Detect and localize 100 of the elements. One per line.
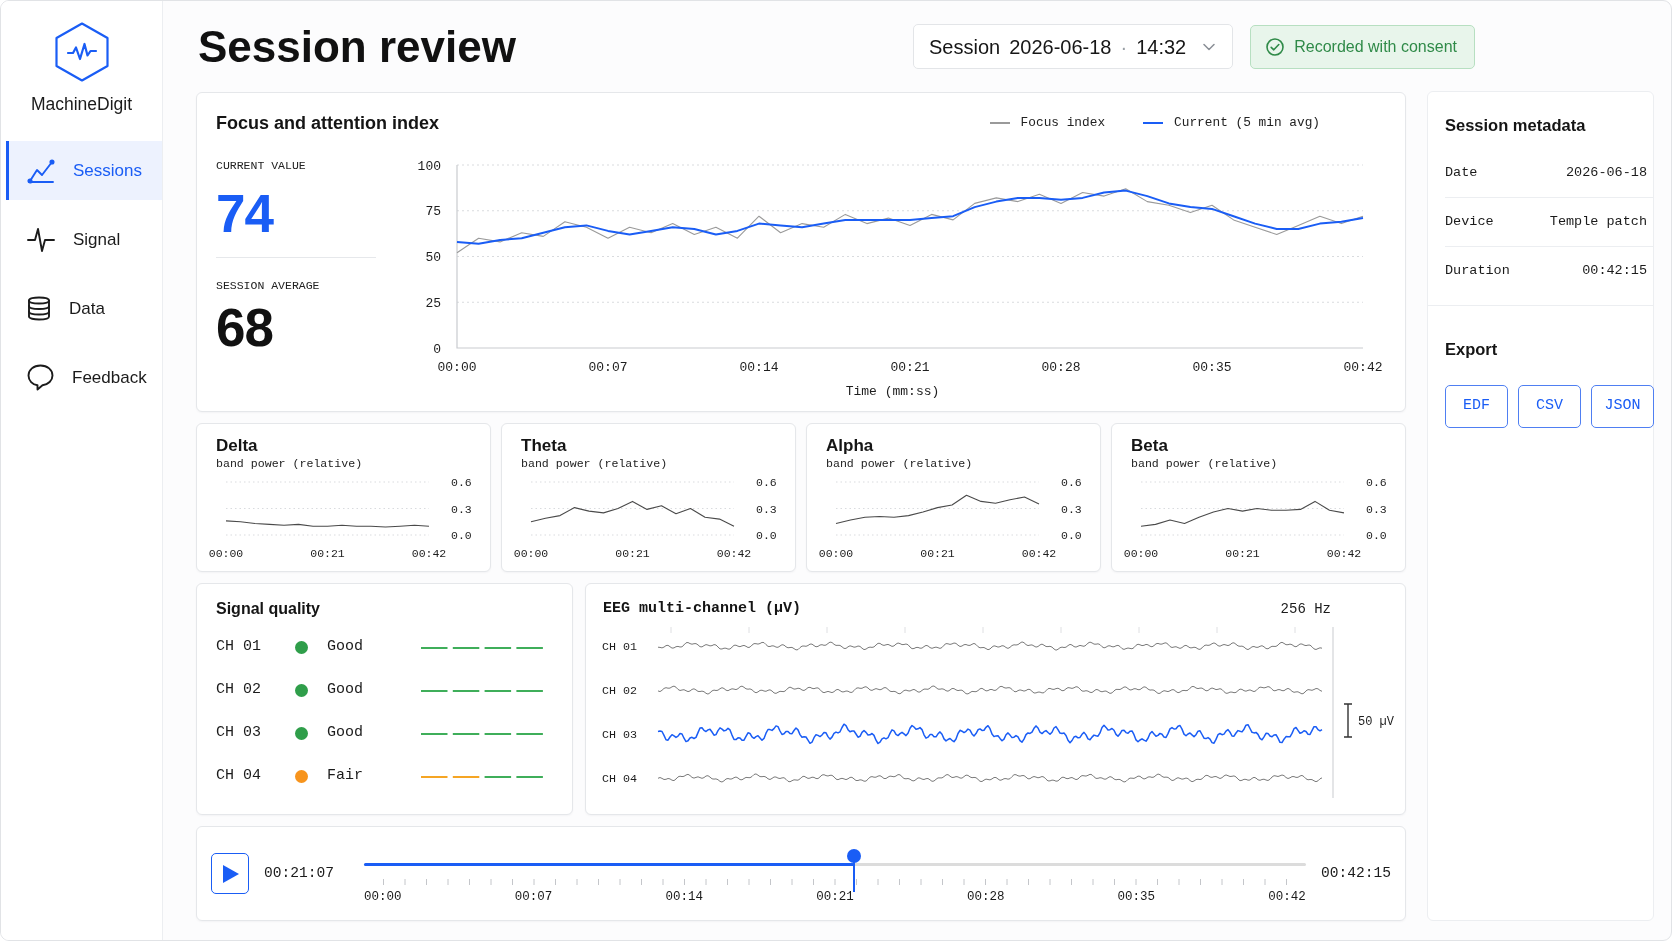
metadata-label: Date [1445, 164, 1478, 182]
scale-bar-icon [1343, 703, 1353, 738]
consent-label: Recorded with consent [1294, 36, 1457, 57]
axis-tick-label: 0.6 [1366, 476, 1387, 489]
axis-tick-label: 0.3 [756, 502, 777, 516]
page-title: Session review [198, 24, 516, 69]
current-time: 00:21:07 [263, 863, 334, 883]
export-button[interactable]: EDF [1445, 385, 1508, 428]
axis-tick-label: 0.6 [756, 476, 777, 489]
card-subtitle: band power (relative) [825, 456, 974, 472]
axis-tick-label: 00:21 [890, 360, 930, 375]
axis-tick-label: 00:42 [716, 547, 752, 560]
axis-tick-label: 00:42 [1021, 547, 1057, 560]
stat-value: 68 [216, 300, 274, 356]
axis-tick-label: 0.6 [1061, 476, 1082, 489]
axis-tick-label: 00:35 [1192, 360, 1232, 375]
card-title: EEG multi-channel (µV) [603, 598, 802, 619]
database-icon [27, 295, 51, 322]
axis-title: Time (mm:ss) [845, 384, 940, 399]
card-title: Signal quality [216, 599, 321, 619]
play-button[interactable] [211, 853, 249, 894]
axis-tick-label: 00:21 [310, 547, 345, 560]
axis-tick-label: 00:42 [411, 547, 447, 560]
tick-label: 00:07 [514, 889, 553, 904]
card-title: Delta [215, 436, 259, 456]
tick-label: 00:28 [966, 889, 1005, 904]
axis-tick-label: 0.3 [1366, 502, 1387, 516]
timeline-thumb[interactable] [846, 848, 861, 892]
axis-tick-label: 00:00 [513, 547, 549, 560]
axis-tick-label: 00:07 [588, 360, 628, 375]
pulse-icon [27, 226, 55, 253]
metadata-value: 2026-06-18 [1566, 164, 1647, 182]
tick-label: 00:00 [363, 889, 402, 904]
axis-tick-label: 0.3 [1061, 502, 1082, 516]
axis-tick-label: 00:42 [1343, 360, 1383, 375]
channel-label: CH 01 [602, 640, 638, 654]
axis-tick-label: 75 [425, 204, 441, 220]
channel-label: CH 03 [602, 728, 638, 742]
panel-title: Export [1445, 339, 1499, 359]
card-title: Theta [520, 436, 568, 456]
session-dropdown[interactable]: Session 2026-06-18 · 14:32 [913, 24, 1234, 69]
nav-item[interactable]: Feedback [6, 348, 162, 407]
channel-label: CH 04 [216, 766, 262, 787]
status-label: Good [327, 637, 364, 658]
card-subtitle: band power (relative) [520, 456, 669, 472]
metadata-label: Device [1445, 213, 1494, 231]
card-title: Alpha [825, 436, 875, 456]
export-button[interactable]: CSV [1518, 385, 1581, 428]
play-icon [222, 864, 239, 883]
axis-tick-label: 0.0 [1061, 529, 1082, 543]
card-subtitle: band power (relative) [1130, 456, 1279, 472]
card-title: Beta [1130, 436, 1169, 456]
chevron-down-icon [1203, 42, 1216, 51]
axis-tick-label: 00:21 [920, 547, 955, 560]
scale-label: 50 µV [1358, 715, 1394, 729]
axis-tick-label: 00:00 [208, 547, 244, 560]
status-label: Good [327, 680, 364, 701]
logo-icon [54, 22, 109, 82]
axis-tick-label: 00:14 [739, 360, 779, 375]
channel-label: CH 02 [602, 684, 638, 698]
tick-label: 00:42 [1268, 889, 1306, 904]
axis-tick-label: 0.0 [1366, 529, 1387, 543]
card-title: Focus and attention index [216, 112, 439, 135]
axis-tick-label: 100 [417, 158, 441, 174]
stat-label: SESSION AVERAGE [216, 279, 321, 293]
channel-label: CH 03 [216, 723, 262, 744]
sample-rate-label: 256 Hz [1280, 599, 1331, 619]
export-button[interactable]: JSON [1591, 385, 1654, 428]
status-label: Good [327, 723, 364, 744]
axis-tick-label: 0.0 [756, 529, 777, 543]
legend-label: Focus index [1020, 114, 1106, 133]
axis-tick-label: 0.0 [451, 529, 472, 543]
status-label: Fair [327, 766, 364, 787]
axis-tick-label: 00:28 [1041, 360, 1081, 375]
nav-item[interactable]: Signal [6, 210, 162, 269]
nav-item[interactable]: Data [6, 279, 162, 338]
channel-label: CH 02 [216, 680, 262, 701]
panel-title: Session metadata [1445, 115, 1587, 135]
axis-tick-label: 00:00 [1123, 547, 1159, 560]
speech-bubble-icon [27, 364, 54, 391]
nav-item[interactable]: Sessions [6, 141, 162, 200]
card-subtitle: band power (relative) [215, 456, 364, 472]
brand-name: MachineDigit [29, 93, 134, 115]
tick-label: 00:21 [816, 889, 854, 904]
stat-value: 74 [216, 186, 275, 242]
axis-tick-label: 0.6 [451, 476, 472, 489]
metadata-value: Temple patch [1549, 213, 1647, 231]
total-time: 00:42:15 [1320, 863, 1391, 883]
axis-tick-label: 0 [433, 341, 441, 357]
tick-label: 00:14 [665, 889, 703, 904]
axis-tick-label: 00:21 [615, 547, 650, 560]
axis-tick-label: 50 [425, 250, 441, 266]
metadata-value: 00:42:15 [1582, 262, 1647, 280]
tick-label: 00:35 [1117, 889, 1156, 904]
line-chart-icon [27, 157, 55, 184]
axis-tick-label: 25 [425, 295, 441, 311]
channel-label: CH 01 [216, 637, 262, 658]
check-circle-icon [1266, 37, 1285, 56]
legend-label: Current (5 min avg) [1174, 114, 1320, 133]
axis-tick-label: 00:00 [437, 360, 477, 375]
